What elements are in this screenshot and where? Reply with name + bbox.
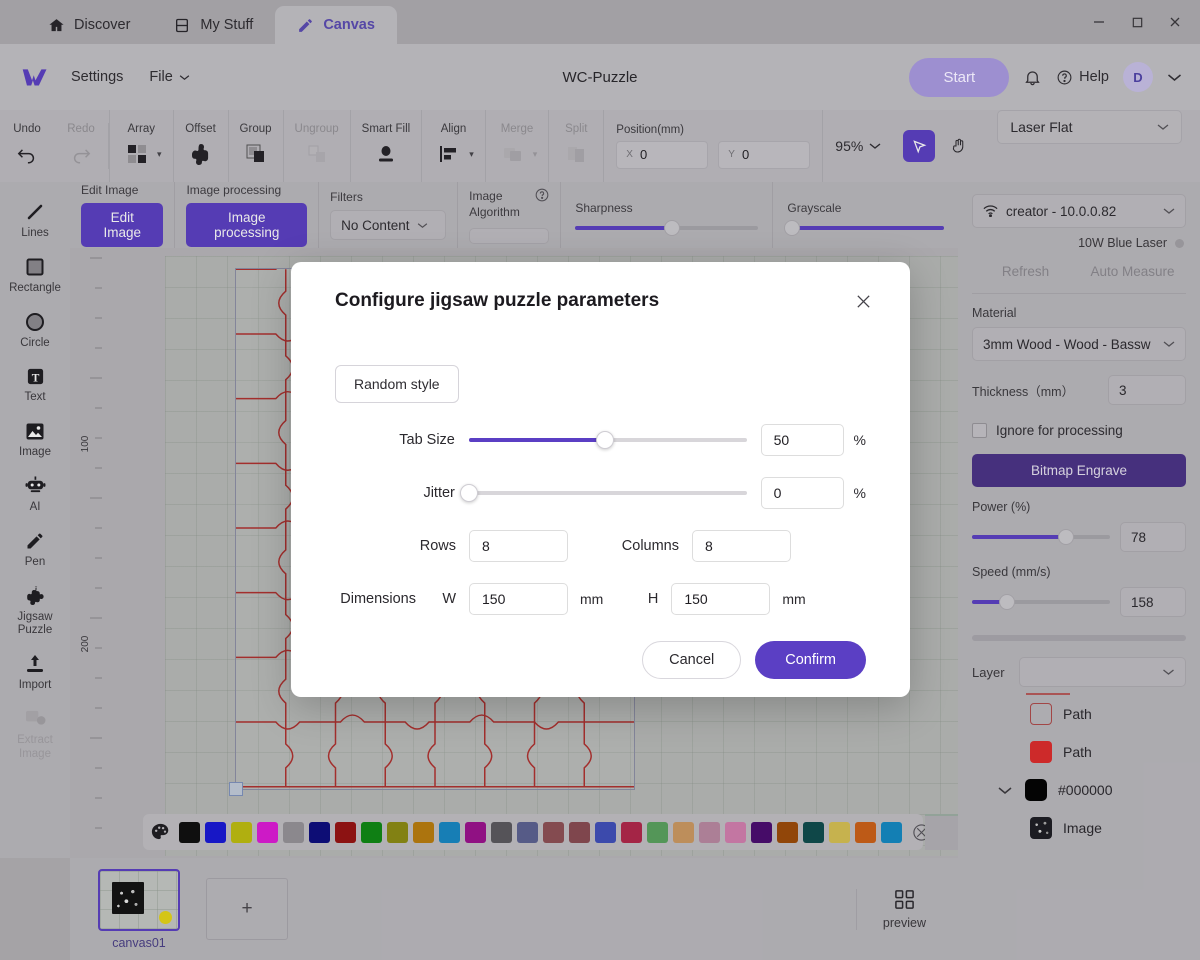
tab-size-slider[interactable] — [469, 438, 747, 442]
app-window: Discover My Stuff Canvas — [0, 0, 1200, 960]
width-input[interactable]: 150 — [469, 583, 568, 615]
rows-label: Rows — [335, 538, 469, 554]
header-actions: Start Help D — [909, 58, 1182, 97]
help-label: Help — [1079, 69, 1109, 85]
random-style-button[interactable]: Random style — [335, 365, 459, 403]
columns-value: 8 — [705, 538, 713, 554]
columns-label: Columns — [568, 538, 692, 554]
cancel-button[interactable]: Cancel — [642, 641, 741, 679]
jitter-row: Jitter 0 % — [335, 477, 866, 509]
account-chevron-down-icon[interactable] — [1167, 73, 1182, 82]
jitter-slider-thumb[interactable] — [460, 484, 478, 502]
close-icon[interactable] — [850, 288, 876, 314]
dimensions-label: Dimensions — [335, 591, 429, 607]
height-value: 150 — [684, 591, 707, 607]
jitter-label: Jitter — [335, 485, 469, 501]
tab-size-slider-thumb[interactable] — [596, 431, 614, 449]
jitter-unit: % — [854, 485, 866, 501]
tab-size-input[interactable]: 50 — [761, 424, 844, 456]
jigsaw-parameters-dialog: Configure jigsaw puzzle parameters Rando… — [291, 262, 910, 697]
tab-size-value: 50 — [774, 432, 790, 448]
columns-input[interactable]: 8 — [692, 530, 791, 562]
tab-size-label: Tab Size — [335, 432, 469, 448]
height-label: H — [603, 591, 671, 607]
jitter-value: 0 — [774, 485, 782, 501]
jitter-input[interactable]: 0 — [761, 477, 844, 509]
dialog-title: Configure jigsaw puzzle parameters — [335, 290, 866, 312]
rows-columns-row: Rows 8 Columns 8 — [335, 530, 866, 562]
help-circle-icon — [1056, 69, 1073, 86]
bell-icon[interactable] — [1023, 68, 1042, 87]
dimensions-row: Dimensions W 150 mm H 150 mm — [335, 583, 866, 615]
width-label: W — [429, 591, 469, 607]
dialog-actions: Cancel Confirm — [335, 641, 866, 679]
width-unit: mm — [580, 591, 603, 607]
confirm-button[interactable]: Confirm — [755, 641, 866, 679]
start-button[interactable]: Start — [909, 58, 1009, 97]
tab-size-row: Tab Size 50 % — [335, 424, 866, 456]
avatar[interactable]: D — [1123, 62, 1153, 92]
tab-size-unit: % — [854, 432, 866, 448]
height-input[interactable]: 150 — [671, 583, 770, 615]
help-button[interactable]: Help — [1056, 69, 1109, 86]
width-value: 150 — [482, 591, 505, 607]
jitter-slider[interactable] — [469, 491, 747, 495]
rows-input[interactable]: 8 — [469, 530, 568, 562]
rows-value: 8 — [482, 538, 490, 554]
height-unit: mm — [782, 591, 805, 607]
